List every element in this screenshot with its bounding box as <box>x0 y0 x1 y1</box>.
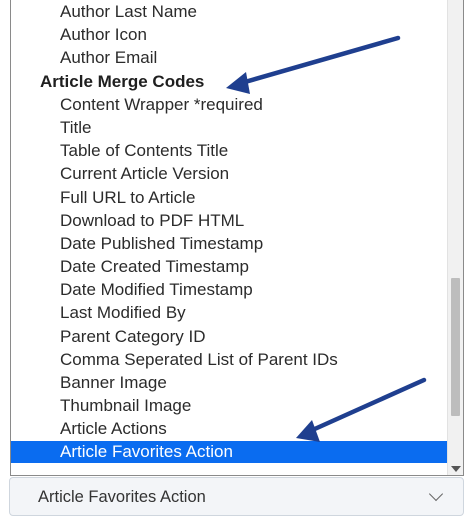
scrollbar-thumb[interactable] <box>451 278 460 416</box>
option-content-wrapper-required[interactable]: Content Wrapper *required <box>11 93 451 116</box>
option-parent-category-id[interactable]: Parent Category ID <box>11 325 451 348</box>
option-comma-seperated-list-of-parent-ids[interactable]: Comma Seperated List of Parent IDs <box>11 348 451 371</box>
option-author-last-name[interactable]: Author Last Name <box>11 0 451 23</box>
merge-code-select[interactable]: Article Favorites Action <box>9 477 464 516</box>
scroll-down-arrow-icon[interactable] <box>451 466 461 472</box>
option-list: Author Last Name Author Icon Author Email A… <box>11 0 451 463</box>
option-author-email[interactable]: Author Email <box>11 46 451 69</box>
option-title[interactable]: Title <box>11 116 451 139</box>
option-date-modified-timestamp[interactable]: Date Modified Timestamp <box>11 278 451 301</box>
option-article-favorites-action[interactable]: Article Favorites Action <box>11 440 451 463</box>
option-date-published-timestamp[interactable]: Date Published Timestamp <box>11 232 451 255</box>
option-date-created-timestamp[interactable]: Date Created Timestamp <box>11 255 451 278</box>
merge-code-dropdown-list[interactable]: Author Last Name Author Icon Author Email A… <box>10 0 464 476</box>
option-last-modified-by[interactable]: Last Modified By <box>11 301 451 324</box>
select-current-value: Article Favorites Action <box>38 488 206 506</box>
option-table-of-contents-title[interactable]: Table of Contents Title <box>11 139 451 162</box>
option-thumbnail-image[interactable]: Thumbnail Image <box>11 394 451 417</box>
option-current-article-version[interactable]: Current Article Version <box>11 162 451 185</box>
option-download-to-pdf-html[interactable]: Download to PDF HTML <box>11 209 451 232</box>
chevron-down-icon[interactable] <box>428 486 444 502</box>
option-full-url-to-article[interactable]: Full URL to Article <box>11 186 451 209</box>
option-author-icon[interactable]: Author Icon <box>11 23 451 46</box>
scrollbar[interactable] <box>447 0 463 475</box>
option-article-actions[interactable]: Article Actions <box>11 417 451 440</box>
dropdown-screenshot: Author Last Name Author Icon Author Email A… <box>0 0 465 516</box>
option-group-article-merge-codes: Article Merge Codes <box>40 71 205 91</box>
option-banner-image[interactable]: Banner Image <box>11 371 451 394</box>
